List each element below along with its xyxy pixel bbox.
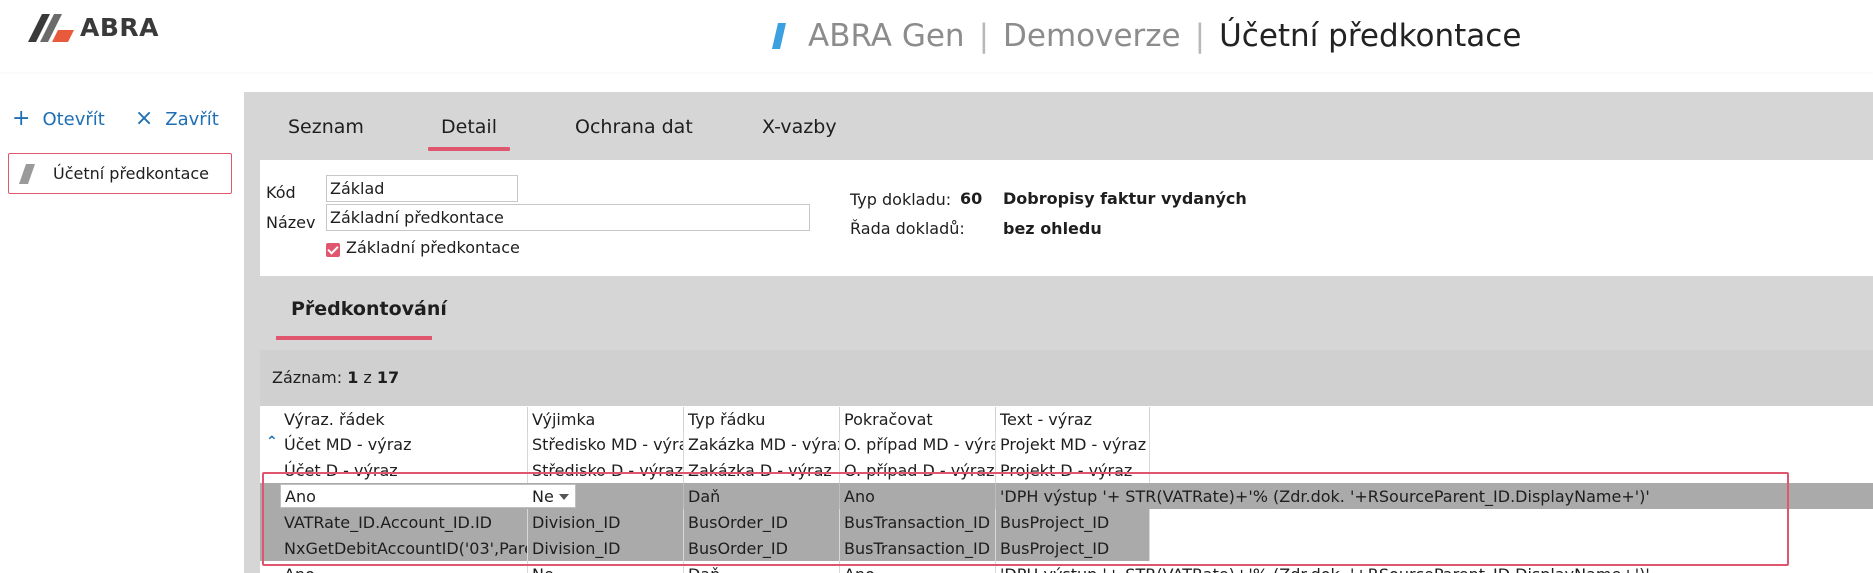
grid-cell: Projekt D - výraz	[996, 457, 1150, 483]
grid-cell: Daň	[684, 561, 840, 573]
table-row[interactable]: Účet D - výraz Středisko D - výraz Zakáz…	[260, 457, 1873, 483]
predkontace-grid: Záznam: 1 z 17 Výraz. řádek Výjimka Typ …	[260, 350, 1873, 573]
table-row[interactable]: ⌃ Účet MD - výraz Středisko MD - výraz Z…	[260, 431, 1873, 457]
title-app-name: ABRA Gen	[808, 18, 965, 54]
grid-cell: Zakázka D - výraz	[684, 457, 840, 483]
close-label: Zavřít	[165, 108, 219, 130]
grid-cell[interactable]: BusOrder_ID	[684, 535, 840, 561]
subtab-strip: Předkontování	[260, 284, 1873, 348]
grid-cell: Ne	[528, 561, 684, 573]
typ-dokladu-name: Dobropisy faktur vydaných	[1003, 189, 1247, 208]
grid-cell[interactable]: Daň	[684, 483, 840, 509]
abra-logo[interactable]: ABRA	[28, 12, 168, 42]
record-of: z	[363, 368, 372, 387]
column-header[interactable]: Výjimka	[528, 407, 684, 431]
rada-dokladu-value: bez ohledu	[1003, 219, 1102, 238]
grid-cell: Účet D - výraz	[280, 457, 528, 483]
main-panel: Seznam Detail Ochrana dat X-vazby Kód Zá…	[244, 92, 1873, 573]
grid-cell[interactable]: BusProject_ID	[996, 535, 1150, 561]
row-gutter	[260, 535, 280, 561]
record-total: 17	[376, 368, 400, 387]
rada-dokladu-label: Řada dokladů:	[850, 219, 965, 238]
tab-ochrana-dat[interactable]: Ochrana dat	[575, 116, 693, 138]
abra-logo-icon	[28, 14, 74, 42]
grid-cell: Zakázka MD - výraz	[684, 431, 840, 457]
tab-seznam[interactable]: Seznam	[288, 116, 364, 138]
nazev-field[interactable]: Základní předkontace	[326, 204, 810, 231]
grid-cell: 'DPH výstup '+ STR(VATRate)+'% (Zdr.dok.…	[996, 561, 1873, 573]
table-row-selected[interactable]: Ano Ne Daň Ano 'DPH výstup '+ STR(VATRat…	[260, 483, 1873, 509]
open-button[interactable]: + Otevřít	[12, 108, 105, 130]
app-header: ABRA ABRA Gen | Demoverze | Účetní předk…	[0, 0, 1873, 72]
detail-form: Kód Základ Název Základní předkontace Zá…	[260, 160, 1873, 276]
grid-cell[interactable]: BusTransaction_ID	[840, 535, 996, 561]
kod-field[interactable]: Základ	[326, 175, 518, 202]
tab-detail[interactable]: Detail	[441, 116, 497, 138]
title-page-name: Účetní předkontace	[1219, 18, 1522, 54]
logo-text: ABRA	[80, 12, 160, 42]
grid-cell: Účet MD - výraz	[280, 431, 528, 457]
row-gutter	[260, 509, 280, 535]
grid-cell[interactable]: Ne	[528, 483, 684, 509]
grid-cell[interactable]: BusTransaction_ID	[840, 509, 996, 535]
grid-cell: Ano	[280, 561, 528, 573]
grid-cell[interactable]: 'DPH výstup '+ STR(VATRate)+'% (Zdr.dok.…	[996, 483, 1873, 509]
title-separator: |	[978, 18, 990, 54]
grid-cell: Středisko D - výraz	[528, 457, 684, 483]
abra-slash-icon	[772, 23, 786, 49]
vyraz-radek-value: Ano	[285, 487, 316, 506]
grid-cell[interactable]: BusProject_ID	[996, 509, 1150, 535]
table-row[interactable]: Ano Ne Daň Ano 'DPH výstup '+ STR(VATRat…	[260, 561, 1873, 573]
close-button[interactable]: × Zavřít	[135, 108, 219, 130]
active-subtab-indicator	[276, 336, 432, 340]
column-header[interactable]: Typ řádku	[684, 407, 840, 431]
record-bar: Záznam: 1 z 17	[260, 350, 1873, 406]
grid-cell[interactable]: Ano	[840, 483, 996, 509]
typ-dokladu-code: 60	[960, 189, 983, 208]
record-label: Záznam:	[272, 368, 343, 387]
table-row-selected[interactable]: NxGetDebitAccountID('03',Parent_ID.Se Di…	[260, 535, 1873, 561]
column-header[interactable]: Výraz. řádek	[280, 407, 528, 431]
subtab-predkontovani[interactable]: Předkontování	[291, 298, 447, 320]
module-item-ucetni-predkontace[interactable]: Účetní předkontace	[8, 153, 232, 194]
column-header[interactable]: Text - výraz	[996, 407, 1150, 431]
tab-x-vazby[interactable]: X-vazby	[762, 116, 837, 138]
grid-column-headers: Výraz. řádek Výjimka Typ řádku Pokračova…	[260, 407, 1873, 431]
grid-cell[interactable]: BusOrder_ID	[684, 509, 840, 535]
page-title: ABRA Gen | Demoverze | Účetní předkontac…	[772, 14, 1521, 58]
column-header[interactable]: Pokračovat	[840, 407, 996, 431]
typ-dokladu-label: Typ dokladu:	[850, 190, 952, 209]
grid-cell[interactable]: Division_ID	[528, 535, 684, 561]
grid-cell: O. případ MD - výraz	[840, 431, 996, 457]
grid-cell: Středisko MD - výraz	[528, 431, 684, 457]
grid-cell[interactable]: NxGetDebitAccountID('03',Parent_ID.Se	[280, 535, 528, 561]
kod-label: Kód	[266, 183, 296, 202]
title-demo: Demoverze	[1003, 18, 1181, 54]
zakladni-predkontace-checkbox[interactable]	[326, 243, 340, 257]
grid-cell[interactable]: Division_ID	[528, 509, 684, 535]
nazev-label: Název	[266, 213, 316, 232]
close-icon: ×	[134, 106, 154, 131]
plus-icon: +	[12, 106, 31, 131]
left-actions: + Otevřít × Zavřít	[12, 108, 219, 130]
module-slash-icon	[19, 163, 35, 184]
tab-bar: Seznam Detail Ochrana dat X-vazby	[244, 92, 1873, 160]
chevron-up-icon[interactable]: ⌃	[266, 435, 278, 449]
grid-cell: O. případ D - výraz	[840, 457, 996, 483]
table-row-selected[interactable]: VATRate_ID.Account_ID.ID Division_ID Bus…	[260, 509, 1873, 535]
module-item-label: Účetní předkontace	[53, 164, 210, 183]
record-current: 1	[347, 368, 359, 387]
zakladni-predkontace-label: Základní předkontace	[346, 238, 520, 257]
grid-cell: Ano	[840, 561, 996, 573]
grid-cell[interactable]: VATRate_ID.Account_ID.ID	[280, 509, 528, 535]
title-separator: |	[1194, 18, 1206, 54]
active-tab-indicator	[428, 147, 510, 151]
open-label: Otevřít	[42, 108, 105, 130]
grid-cell: Projekt MD - výraz	[996, 431, 1150, 457]
